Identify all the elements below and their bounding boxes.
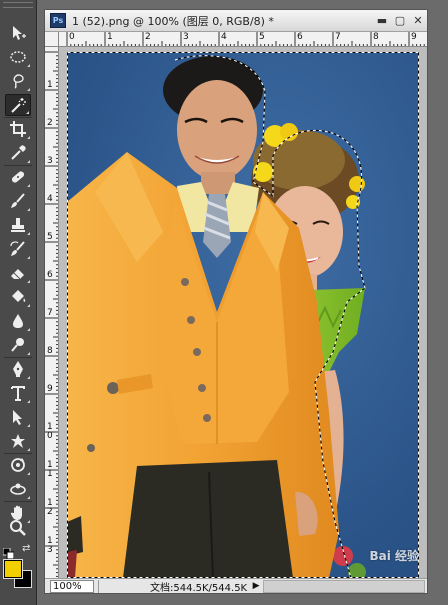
- tools-panel: ⇄: [0, 0, 37, 605]
- ruler-label: 0: [69, 32, 75, 42]
- ruler-label: 1 0: [47, 422, 53, 441]
- ruler-label: 1: [47, 80, 53, 90]
- ruler-label: 7: [335, 32, 341, 42]
- pen-icon[interactable]: [5, 358, 31, 380]
- ruler-label: 8: [373, 32, 379, 42]
- status-menu-arrow-icon[interactable]: ▶: [251, 580, 261, 593]
- type-icon[interactable]: [5, 382, 31, 404]
- crop-icon[interactable]: [5, 118, 31, 140]
- ruler-label: 5: [259, 32, 265, 42]
- ruler-label: 5: [47, 232, 53, 242]
- path-select-icon[interactable]: [5, 406, 31, 428]
- ruler-label: 2: [145, 32, 151, 42]
- document-title: 1 (52).png @ 100% (图层 0, RGB/8) *: [72, 14, 274, 28]
- eyedropper-icon[interactable]: [5, 142, 31, 164]
- eraser-icon[interactable]: [5, 262, 31, 284]
- close-button[interactable]: ✕: [411, 14, 425, 27]
- ruler-label: 9: [411, 32, 417, 42]
- 3d-orbit-icon[interactable]: [5, 478, 31, 500]
- ruler-label: 3: [47, 156, 53, 166]
- panel-grip[interactable]: [3, 2, 33, 8]
- shape-icon[interactable]: [5, 430, 31, 452]
- ruler-label: 7: [47, 308, 53, 318]
- 3d-rotate-icon[interactable]: [5, 454, 31, 476]
- paint-bucket-icon[interactable]: [5, 286, 31, 308]
- vertical-ruler[interactable]: 1 2 3 4 5 6 7 8 9 1 0 1 1 1 2 1 3: [45, 47, 59, 578]
- ruler-label: 6: [297, 32, 303, 42]
- minimize-button[interactable]: ▬: [375, 14, 389, 27]
- status-divider: [98, 579, 99, 593]
- dodge-icon[interactable]: [5, 334, 31, 356]
- ruler-label: 1 1: [47, 460, 53, 479]
- document-titlebar[interactable]: Ps 1 (52).png @ 100% (图层 0, RGB/8) * ▬ ▢…: [45, 10, 427, 32]
- ruler-label: 1 3: [47, 536, 53, 555]
- ruler-label: 8: [47, 346, 53, 356]
- horizontal-scrollbar[interactable]: [263, 579, 425, 593]
- clone-stamp-icon[interactable]: [5, 214, 31, 236]
- ruler-label: 2: [47, 118, 53, 128]
- photo-image: [67, 52, 419, 578]
- healing-brush-icon[interactable]: [5, 166, 31, 188]
- photoshop-logo-icon: Ps: [50, 13, 66, 28]
- document-window: Ps 1 (52).png @ 100% (图层 0, RGB/8) * ▬ ▢…: [44, 9, 428, 594]
- ruler-label: 6: [47, 270, 53, 280]
- move-icon[interactable]: [5, 22, 31, 44]
- lasso-icon[interactable]: [5, 70, 31, 92]
- magic-wand-icon[interactable]: [5, 94, 31, 116]
- ruler-label: 4: [47, 194, 53, 204]
- default-colors-icon[interactable]: [2, 544, 15, 560]
- zoom-icon[interactable]: [5, 518, 31, 538]
- ruler-label: 1: [107, 32, 113, 42]
- swap-colors-icon[interactable]: ⇄: [22, 543, 30, 554]
- history-brush-icon[interactable]: [5, 238, 31, 260]
- blur-icon[interactable]: [5, 310, 31, 332]
- brush-icon[interactable]: [5, 190, 31, 212]
- maximize-button[interactable]: ▢: [393, 14, 407, 27]
- foreground-color-swatch[interactable]: [3, 559, 23, 579]
- zoom-level-field[interactable]: 100%: [50, 579, 94, 593]
- marquee-icon[interactable]: [5, 46, 31, 68]
- ruler-label: 3: [183, 32, 189, 42]
- watermark-text: Bai 经验: [369, 549, 419, 563]
- horizontal-ruler[interactable]: 0 1 2 3 4 5 6 7 8 9: [59, 32, 427, 47]
- document-size-info[interactable]: 文档:544.5K/544.5K: [150, 579, 247, 594]
- status-bar: 100% 文档:544.5K/544.5K ▶: [45, 578, 427, 594]
- ruler-origin[interactable]: [45, 32, 59, 47]
- document-canvas[interactable]: Bai 经验: [59, 47, 427, 578]
- ruler-label: 1 2: [47, 498, 53, 517]
- ruler-label: 4: [221, 32, 227, 42]
- ruler-label: 9: [47, 384, 53, 394]
